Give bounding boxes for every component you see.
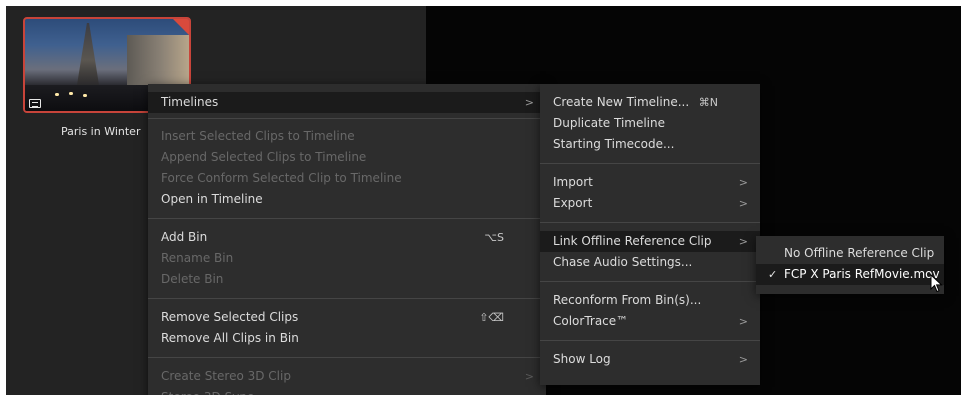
menu-item-force-conform: Force Conform Selected Clip to Timeline bbox=[161, 171, 402, 185]
menu-item-create-new-timeline[interactable]: Create New Timeline... ⌘N bbox=[540, 92, 760, 113]
menu-item-duplicate-timeline[interactable]: Duplicate Timeline bbox=[540, 113, 760, 134]
submenu-arrow-icon: > bbox=[738, 197, 748, 210]
menu-item-append-selected-clips: Append Selected Clips to Timeline bbox=[161, 150, 367, 164]
menu-item-stereo-3d-sync: Stereo 3D Sync bbox=[148, 387, 546, 395]
link-offline-reference-submenu: No Offline Reference Clip ✓ FCP X Paris … bbox=[756, 236, 944, 294]
menu-item-delete-bin: Delete Bin bbox=[161, 272, 224, 286]
clip-name-label: Paris in Winter bbox=[61, 125, 141, 138]
submenu-arrow-icon: > bbox=[738, 176, 748, 189]
menu-item-chase-audio-settings[interactable]: Chase Audio Settings... bbox=[540, 252, 760, 273]
menu-item-create-stereo-3d-clip: Create Stereo 3D Clip > bbox=[148, 366, 546, 387]
menu-item-colortrace[interactable]: ColorTrace™ > bbox=[540, 311, 760, 332]
filmstrip-icon bbox=[29, 99, 41, 108]
submenu-arrow-icon: > bbox=[524, 96, 534, 109]
menu-item-starting-timecode[interactable]: Starting Timecode... bbox=[540, 134, 760, 155]
thumbnail-car-light bbox=[83, 94, 87, 97]
thumbnail-car-light bbox=[55, 93, 59, 96]
add-bin-shortcut: ⌥S bbox=[484, 231, 504, 244]
menu-item-remove-all-clips[interactable]: Remove All Clips in Bin bbox=[148, 328, 546, 349]
submenu-arrow-icon: > bbox=[738, 315, 748, 328]
thumbnail-eiffel-tower bbox=[77, 23, 99, 85]
menu-item-no-offline-reference-clip[interactable]: No Offline Reference Clip bbox=[756, 243, 944, 264]
timelines-submenu: Create New Timeline... ⌘N Duplicate Time… bbox=[540, 84, 760, 385]
submenu-arrow-icon: > bbox=[524, 370, 534, 383]
clip-context-menu: Timelines > Insert Selected Clips to Tim… bbox=[148, 84, 546, 395]
remove-clips-shortcut: ⇧⌫ bbox=[479, 311, 504, 324]
menu-item-open-in-timeline[interactable]: Open in Timeline bbox=[148, 189, 546, 210]
menu-item-rename-bin: Rename Bin bbox=[161, 251, 234, 265]
menu-item-import[interactable]: Import > bbox=[540, 172, 760, 193]
menu-item-export[interactable]: Export > bbox=[540, 193, 760, 214]
clip-flag-corner-icon bbox=[172, 19, 189, 36]
menu-item-timelines[interactable]: Timelines > bbox=[148, 92, 546, 113]
menu-item-insert-selected-clips: Insert Selected Clips to Timeline bbox=[161, 129, 355, 143]
menu-item-fcp-x-paris-refmovie[interactable]: ✓ FCP X Paris RefMovie.mov bbox=[756, 264, 944, 285]
submenu-arrow-icon: > bbox=[738, 353, 748, 366]
checkmark-icon: ✓ bbox=[768, 268, 778, 281]
create-timeline-shortcut: ⌘N bbox=[698, 96, 718, 109]
submenu-arrow-icon: > bbox=[738, 235, 748, 248]
thumbnail-car-light bbox=[69, 92, 73, 95]
menu-item-show-log[interactable]: Show Log > bbox=[540, 349, 760, 370]
app-window: Paris in Winter Timelines > Insert Selec… bbox=[6, 6, 961, 395]
menu-item-add-bin[interactable]: Add Bin ⌥S bbox=[148, 227, 546, 248]
menu-item-link-offline-reference-clip[interactable]: Link Offline Reference Clip > bbox=[540, 231, 760, 252]
menu-item-reconform-from-bins[interactable]: Reconform From Bin(s)... bbox=[540, 290, 760, 311]
mouse-pointer-icon bbox=[930, 274, 943, 293]
menu-item-remove-selected-clips[interactable]: Remove Selected Clips ⇧⌫ bbox=[148, 307, 546, 328]
